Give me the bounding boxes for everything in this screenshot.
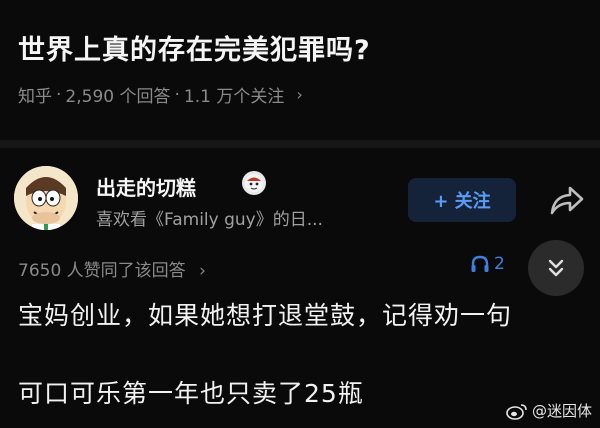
collapse-button[interactable] — [528, 240, 584, 296]
question-meta[interactable]: 知乎 · 2,590 个回答 · 1.1 万个关注 › — [18, 82, 303, 108]
watermark-text: @迷因体 — [532, 402, 593, 420]
zhihu-answer-screen: 世界上真的存在完美犯罪吗? 知乎 · 2,590 个回答 · 1.1 万个关注 … — [0, 0, 600, 428]
upvote-summary[interactable]: 7650 人赞同了该回答 › — [18, 256, 206, 281]
author-bio: 喜欢看《Family guy》的日... — [96, 210, 323, 230]
follow-button[interactable]: + 关注 — [408, 178, 516, 222]
follower-count: 1.1 万个关注 — [183, 87, 285, 107]
answer-content-line-1: 宝妈创业，如果她想打退堂鼓，记得劝一句 — [18, 301, 513, 330]
chevron-right-icon: › — [199, 261, 206, 281]
upvote-count: 7650 人赞同了该回答 — [18, 261, 186, 281]
answer-content-line-2: 可口可乐第一年也只卖了25瓶 — [18, 379, 364, 408]
headphones-icon — [471, 255, 489, 272]
share-icon[interactable] — [548, 184, 586, 218]
section-divider — [0, 140, 600, 148]
author-name[interactable]: 出走的切糕 — [96, 172, 196, 201]
weibo-logo-icon — [506, 403, 527, 420]
author-badge-icon — [242, 171, 266, 195]
double-chevron-down-icon — [548, 259, 564, 277]
badge-face-icon — [245, 174, 263, 192]
chevron-right-icon: › — [296, 85, 303, 104]
share-arrow-icon — [550, 186, 584, 215]
question-title[interactable]: 世界上真的存在完美犯罪吗? — [18, 28, 371, 67]
meta-separator: · — [174, 84, 180, 105]
cartoon-avatar-icon — [14, 166, 78, 230]
listen-count: 2 — [494, 254, 505, 274]
source-label: 知乎 — [18, 87, 52, 107]
answer-count: 2,590 个回答 — [65, 87, 171, 107]
author-avatar[interactable] — [14, 166, 78, 230]
listen-button[interactable]: 2 — [470, 254, 505, 274]
weibo-watermark: @迷因体 — [506, 400, 592, 421]
meta-separator: · — [56, 84, 62, 105]
